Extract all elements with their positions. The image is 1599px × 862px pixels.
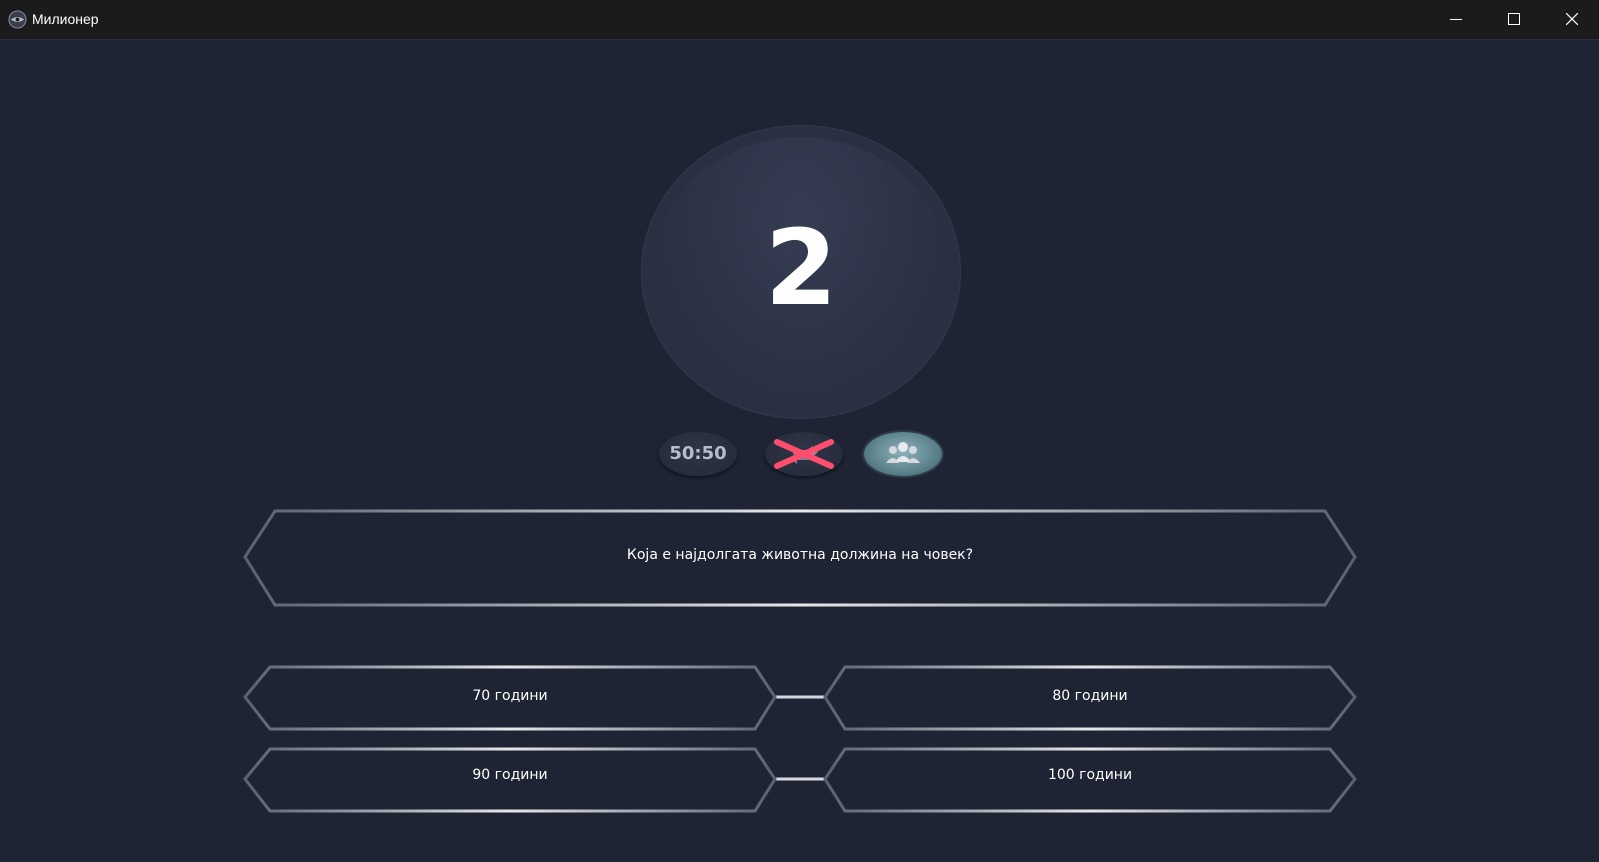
answer-option-b[interactable]: 80 години xyxy=(835,688,1345,704)
answer-option-d[interactable]: 100 години xyxy=(835,767,1345,783)
answer-option-a[interactable]: 70 години xyxy=(255,688,765,704)
answer-option-c[interactable]: 90 години xyxy=(255,767,765,783)
board-frames xyxy=(140,509,1460,813)
question-text: Која е најдолгата животна должина на чов… xyxy=(626,547,974,563)
